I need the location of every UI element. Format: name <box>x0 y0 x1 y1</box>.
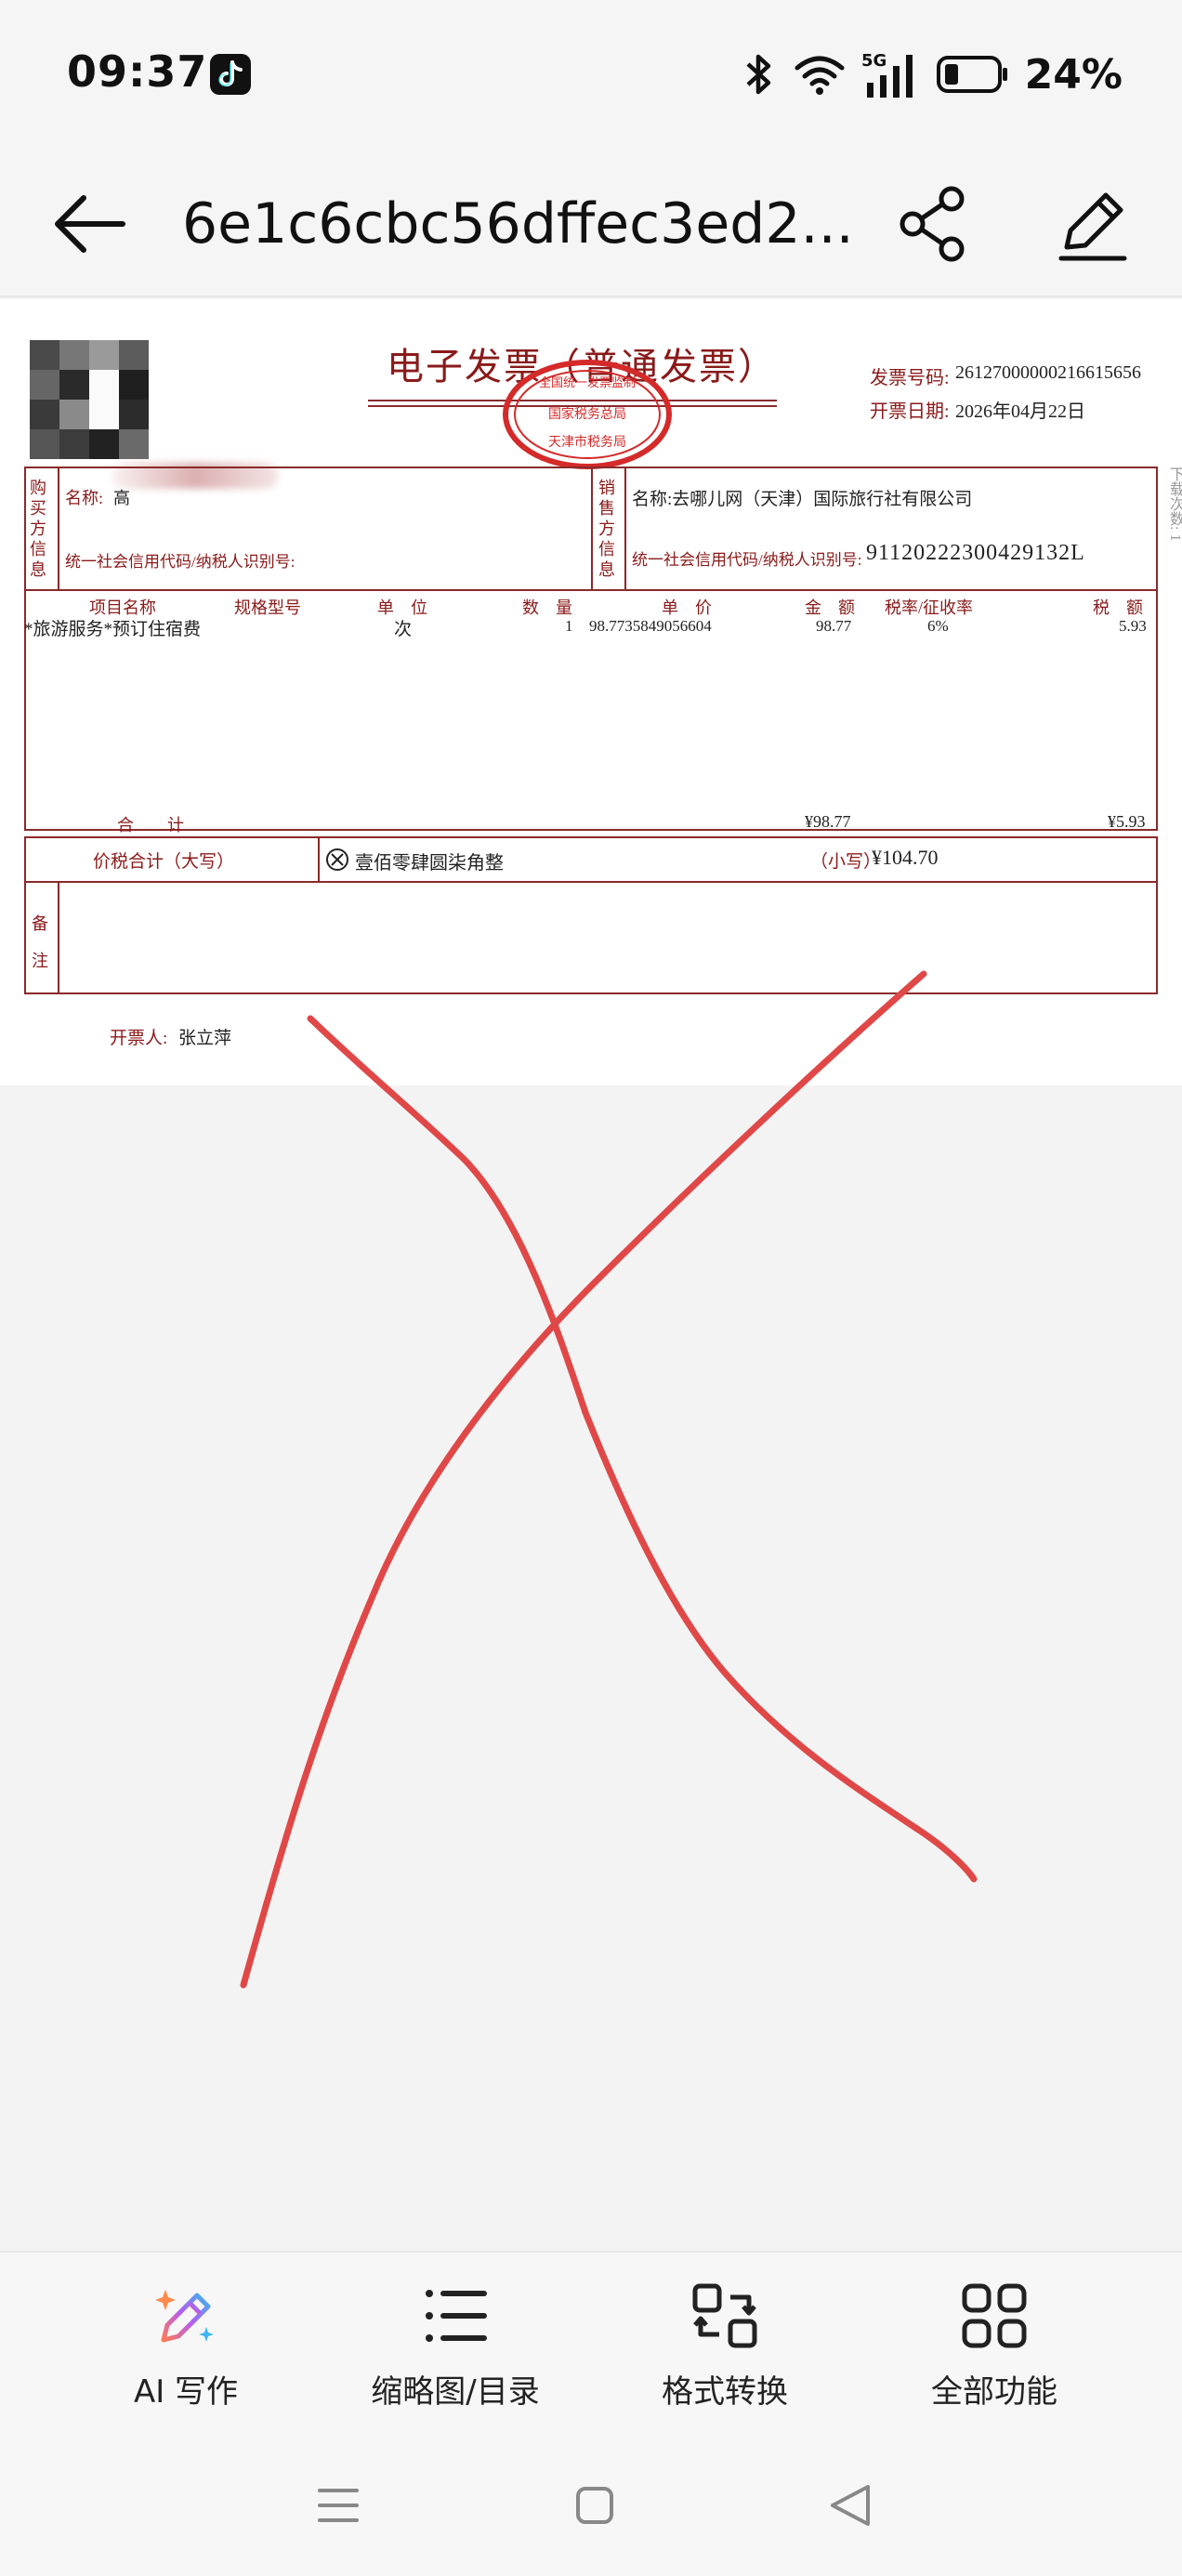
tax-stamp: 全国统一发票监制 国家税务总局 天津市税务局 <box>503 360 672 469</box>
total-amount: ¥98.77 <box>805 812 851 831</box>
network-label: 5G <box>861 51 886 71</box>
item-price: 98.7735849056604 <box>589 617 712 635</box>
total-label: 合 计 <box>117 816 184 835</box>
grand-total-small-label: （小写） <box>810 852 882 872</box>
bottom-toolbar: AI 写作 缩略图/目录 格式转换 全部功能 <box>0 2251 1182 2427</box>
buyer-label: 购买方信息 <box>30 479 46 579</box>
format-convert-label: 格式转换 <box>662 2373 788 2411</box>
seller-tax-id: 91120222300429132L <box>866 541 1085 565</box>
all-features-button[interactable]: 全部功能 <box>873 2279 1115 2418</box>
thumbnail-toc-label: 缩略图/目录 <box>371 2373 540 2411</box>
item-tax: 5.93 <box>1119 617 1147 635</box>
seller-name: 名称:去哪儿网（天津）国际旅行社有限公司 <box>632 490 973 509</box>
wifi-icon <box>795 56 845 95</box>
stamp-top: 国家税务总局 <box>548 406 626 422</box>
col-header: 金 额 <box>805 598 855 617</box>
qr-code <box>30 340 149 459</box>
convert-icon <box>692 2283 757 2348</box>
ai-write-label: AI 写作 <box>133 2373 239 2411</box>
status-bar: 09:37 5G 24% <box>0 0 1182 149</box>
seller-label: 销售方信息 <box>598 479 615 579</box>
buyer-name-label: 名称: <box>65 489 104 507</box>
buyer-name: 高 <box>113 489 130 507</box>
download-count-note: 下载次数: 1 <box>1167 467 1182 542</box>
home-nav-button[interactable] <box>558 2468 632 2543</box>
grand-total-divider <box>318 836 320 883</box>
battery-icon <box>936 56 1007 93</box>
buyer-label-divider <box>58 467 59 589</box>
invoice-number-label: 发票号码: <box>870 368 950 388</box>
menu-nav-button[interactable] <box>301 2468 375 2543</box>
back-button[interactable] <box>48 182 132 266</box>
col-header: 规格型号 <box>234 598 301 617</box>
seller-label-divider <box>624 467 626 589</box>
document-title: 6e1c6cbc56dffec3ed2... <box>182 191 851 256</box>
status-icons: 5G 24% <box>741 48 1123 100</box>
ai-pen-icon <box>155 2290 214 2343</box>
bluetooth-icon <box>746 54 770 95</box>
invoice-page[interactable]: 电子发票（普通发票） 全国统一发票监制 国家税务总局 天津市税务局 发票号码: … <box>0 299 1182 1085</box>
col-header: 税率/征收率 <box>885 598 974 617</box>
invoice-date-label: 开票日期: <box>870 401 950 422</box>
item-unit: 次 <box>394 620 413 639</box>
grid-icon <box>962 2283 1027 2348</box>
issuer-name: 张立萍 <box>178 1029 232 1048</box>
invoice-date: 2026年04月22日 <box>955 401 1085 422</box>
format-convert-button[interactable]: 格式转换 <box>604 2279 846 2418</box>
issuer-label: 开票人: <box>110 1029 168 1048</box>
list-icon <box>426 2290 487 2342</box>
signal-icon: 5G <box>861 51 913 98</box>
buyer-tax-label: 统一社会信用代码/纳税人识别号: <box>65 553 296 571</box>
seller-divider <box>591 467 593 589</box>
arrow-left-icon <box>55 195 125 253</box>
remarks-label: 备注 <box>32 914 48 970</box>
remarks-divider <box>58 881 59 994</box>
invoice-number: 26127000000216615656 <box>955 362 1141 383</box>
item-amount: 98.77 <box>816 617 852 635</box>
system-nav-bar <box>0 2427 1182 2576</box>
menu-icon <box>318 2489 359 2522</box>
share-button[interactable] <box>892 182 976 266</box>
battery-percent: 24% <box>1024 50 1123 99</box>
col-header: 税 额 <box>1093 598 1143 617</box>
item-qty: 1 <box>565 617 573 635</box>
app-header: 6e1c6cbc56dffec3ed2... <box>0 149 1182 297</box>
edit-button[interactable] <box>1050 182 1134 266</box>
item-rate: 6% <box>927 617 949 635</box>
thumbnail-toc-button[interactable]: 缩略图/目录 <box>335 2279 576 2418</box>
grand-total-words: 壹佰零肆圆柒角整 <box>355 853 504 874</box>
home-icon <box>576 2487 613 2524</box>
all-features-label: 全部功能 <box>931 2373 1057 2411</box>
table-divider <box>24 589 1158 591</box>
item-name: *旅游服务*预订住宿费 <box>24 620 202 639</box>
share-icon <box>900 186 965 262</box>
col-header: 数 量 <box>522 598 572 617</box>
col-header: 单 价 <box>662 598 712 617</box>
back-triangle-icon <box>831 2485 870 2526</box>
remarks-row <box>24 881 1158 994</box>
stamp-bottom: 天津市税务局 <box>548 434 626 450</box>
circle-x-icon <box>326 848 348 871</box>
back-nav-button[interactable] <box>814 2468 888 2543</box>
seller-tax-label: 统一社会信用代码/纳税人识别号: <box>632 551 862 569</box>
grand-total-label: 价税合计（大写） <box>93 852 235 872</box>
pencil-icon <box>1058 192 1127 261</box>
grand-total-small: ¥104.70 <box>872 846 939 869</box>
ai-write-button[interactable]: AI 写作 <box>65 2279 307 2418</box>
screen: 09:37 5G 24% 6e1c6cbc56dffec3ed2... 电子发票… <box>0 0 1182 2576</box>
total-tax: ¥5.93 <box>1108 812 1146 831</box>
tiktok-icon <box>210 54 251 95</box>
status-time: 09:37 <box>67 46 208 97</box>
stamp-fragment: 全国统一发票监制 <box>539 375 636 389</box>
